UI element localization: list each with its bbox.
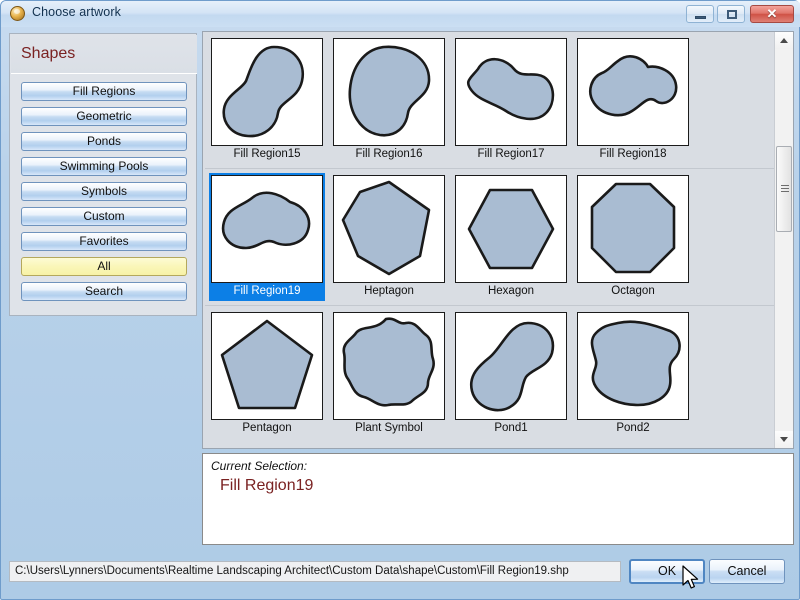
blob-round-icon [348, 45, 431, 137]
minimize-button[interactable] [686, 5, 714, 23]
gallery-scrollbar[interactable] [774, 32, 793, 448]
artwork-item[interactable]: Plant Symbol [331, 310, 447, 438]
blob-wave-icon [589, 55, 678, 117]
artwork-item[interactable]: Pentagon [209, 310, 325, 438]
artwork-item-label: Pond2 [616, 422, 650, 434]
artwork-item[interactable]: Fill Region16 [331, 36, 447, 164]
artwork-item-label: Fill Region19 [233, 285, 301, 297]
artwork-item[interactable]: Fill Region15 [209, 36, 325, 164]
artwork-item-label: Fill Region15 [233, 148, 301, 160]
blob-lumpy-icon [221, 191, 311, 250]
artwork-item-label: Hexagon [487, 285, 535, 297]
artwork-thumbnail[interactable] [333, 175, 445, 283]
sidebar-header: Shapes [11, 35, 197, 74]
artwork-item-label: Octagon [611, 285, 655, 297]
artwork-item-label: Plant Symbol [355, 422, 423, 434]
file-path-field[interactable]: C:\Users\Lynners\Documents\Realtime Land… [9, 561, 621, 582]
choose-artwork-dialog: Choose artwork ✕ Shapes Fill Regions Geom… [0, 0, 800, 600]
artwork-item[interactable]: Octagon [575, 173, 691, 301]
artwork-item[interactable]: Hexagon [453, 173, 569, 301]
blob-kidney-icon [222, 45, 305, 138]
current-selection-panel: Current Selection: Fill Region19 [202, 453, 794, 545]
artwork-thumbnail[interactable] [455, 38, 567, 146]
sidebar-item-search[interactable]: Search [21, 282, 187, 301]
cancel-button[interactable]: Cancel [709, 559, 785, 584]
artwork-thumbnail[interactable] [211, 312, 323, 420]
artwork-thumbnail[interactable] [577, 175, 689, 283]
sidebar-title: Shapes [21, 45, 76, 62]
artwork-item-label: Pond1 [494, 422, 528, 434]
pentagon-icon [220, 319, 314, 410]
artwork-gallery[interactable]: Fill Region15 Fill Region16 Fill Region17 F… [202, 31, 794, 449]
sidebar-item-geometric[interactable]: Geometric [21, 107, 187, 126]
scrollbar-grip-icon [781, 185, 789, 193]
maximize-icon [727, 10, 737, 19]
current-selection-value: Fill Region19 [220, 477, 314, 494]
category-sidebar: Shapes Fill Regions Geometric Ponds Swimmin… [9, 33, 197, 316]
artwork-thumbnail[interactable] [455, 175, 567, 283]
artwork-item-label: Fill Region17 [477, 148, 545, 160]
sidebar-item-ponds[interactable]: Ponds [21, 132, 187, 151]
minimize-icon [695, 16, 706, 19]
close-button[interactable]: ✕ [750, 5, 794, 23]
octagon-icon [590, 182, 676, 274]
artwork-thumbnail[interactable] [333, 312, 445, 420]
artwork-thumbnail[interactable] [577, 312, 689, 420]
artwork-item[interactable]: Pond1 [453, 310, 569, 438]
artwork-thumbnail[interactable] [333, 38, 445, 146]
close-icon: ✕ [766, 6, 778, 21]
hexagon-icon [467, 188, 555, 270]
sidebar-item-all[interactable]: All [21, 257, 187, 276]
artwork-item[interactable]: Fill Region19 [209, 173, 325, 301]
palette-icon [10, 6, 25, 21]
sidebar-item-favorites[interactable]: Favorites [21, 232, 187, 251]
sidebar-item-fill-regions[interactable]: Fill Regions [21, 82, 187, 101]
heptagon-icon [341, 180, 431, 276]
pond1-icon [469, 321, 555, 412]
artwork-item-label: Fill Region18 [599, 148, 667, 160]
pond2-icon [590, 320, 681, 407]
artwork-item[interactable]: Pond2 [575, 310, 691, 438]
artwork-thumbnail[interactable] [455, 312, 567, 420]
artwork-thumbnail[interactable] [211, 175, 323, 283]
gallery-row-divider [205, 168, 775, 169]
sidebar-item-swimming-pools[interactable]: Swimming Pools [21, 157, 187, 176]
sidebar-button-list: Fill Regions Geometric Ponds Swimming Pools… [21, 82, 187, 307]
ok-button[interactable]: OK [629, 559, 705, 584]
sidebar-item-symbols[interactable]: Symbols [21, 182, 187, 201]
artwork-item-label: Fill Region16 [355, 148, 423, 160]
gallery-row-divider [205, 305, 775, 306]
scroll-down-icon[interactable] [775, 431, 793, 448]
artwork-item-label: Heptagon [364, 285, 414, 297]
scroll-up-icon[interactable] [775, 32, 793, 49]
window-title: Choose artwork [32, 5, 121, 19]
title-bar[interactable]: Choose artwork ✕ [1, 1, 800, 27]
artwork-item[interactable]: Heptagon [331, 173, 447, 301]
artwork-item[interactable]: Fill Region18 [575, 36, 691, 164]
artwork-thumbnail[interactable] [577, 38, 689, 146]
artwork-item[interactable]: Fill Region17 [453, 36, 569, 164]
scrollbar-thumb[interactable] [776, 146, 792, 232]
blob-gourd-icon [466, 57, 555, 121]
plant-symbol-icon [342, 317, 435, 407]
artwork-thumbnail[interactable] [211, 38, 323, 146]
sidebar-item-custom[interactable]: Custom [21, 207, 187, 226]
current-selection-caption: Current Selection: [211, 459, 308, 473]
artwork-item-label: Pentagon [242, 422, 292, 434]
maximize-button[interactable] [717, 5, 745, 23]
